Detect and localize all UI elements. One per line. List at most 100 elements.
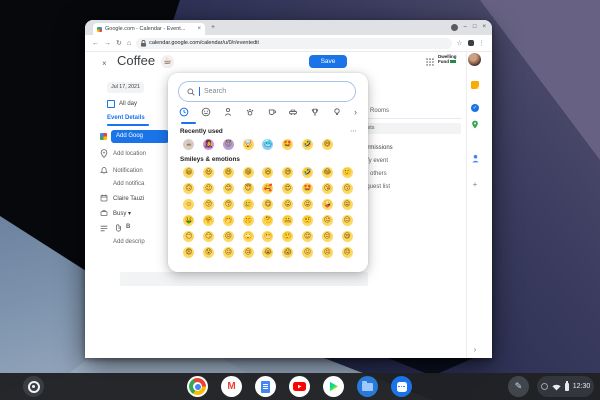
emoji-button[interactable]: 😣 <box>322 247 333 258</box>
paperclip-icon[interactable] <box>115 224 122 232</box>
maximize-button[interactable]: □ <box>473 24 477 31</box>
play-store-icon[interactable] <box>323 376 344 397</box>
emoji-button[interactable]: ☕ <box>183 139 194 150</box>
emoji-button[interactable]: 🥲 <box>243 199 254 210</box>
emoji-button[interactable]: 😗 <box>342 183 353 194</box>
chrome-icon[interactable] <box>187 376 208 397</box>
emoji-button[interactable]: 🤯 <box>243 139 254 150</box>
add-addon-icon[interactable]: + <box>470 180 480 189</box>
emoji-button[interactable]: 😬 <box>262 231 273 242</box>
emoji-button[interactable]: 🙄 <box>243 231 254 242</box>
address-bar[interactable]: calendar.google.com/calendar/u/0/r/event… <box>136 38 452 49</box>
emoji-button[interactable]: 😅 <box>282 167 293 178</box>
more-options-icon[interactable]: ⋯ <box>350 127 358 135</box>
emoji-button[interactable]: 🤩 <box>282 139 293 150</box>
emoji-button[interactable]: 😂 <box>322 167 333 178</box>
emoji-button[interactable]: 😁 <box>243 167 254 178</box>
emoji-button[interactable]: 👩‍🎤 <box>203 139 214 150</box>
food-category-icon[interactable] <box>267 107 277 117</box>
emoji-button[interactable]: 🤐 <box>282 215 293 226</box>
emoji-button[interactable]: 😌 <box>302 231 313 242</box>
files-icon[interactable] <box>357 376 378 397</box>
add-description[interactable]: Add descrip <box>113 239 145 245</box>
emoji-button[interactable]: 😔 <box>322 231 333 242</box>
emoji-button[interactable]: 🤣 <box>302 139 313 150</box>
save-button[interactable]: Save <box>309 55 347 68</box>
emoji-button[interactable]: 😐 <box>322 215 333 226</box>
animals-category-icon[interactable] <box>245 107 255 117</box>
activities-category-icon[interactable] <box>310 107 320 117</box>
emoji-button[interactable]: 🤪 <box>322 199 333 210</box>
emoji-button[interactable]: 😥 <box>223 247 234 258</box>
event-title[interactable]: Coffee <box>117 53 155 68</box>
emoji-button[interactable]: 🙃 <box>183 183 194 194</box>
emoji-button[interactable]: 😑 <box>342 215 353 226</box>
emoji-button[interactable]: 😅 <box>322 139 333 150</box>
account-avatar[interactable] <box>468 53 481 66</box>
emoji-button[interactable]: 🤣 <box>302 167 313 178</box>
all-day-checkbox[interactable] <box>107 100 115 108</box>
emoji-button[interactable]: 😈 <box>223 139 234 150</box>
emoji-search-input[interactable]: Search <box>178 81 356 102</box>
emoji-button[interactable]: 😀 <box>183 167 194 178</box>
gmail-icon[interactable]: M <box>221 376 242 397</box>
messages-icon[interactable] <box>391 376 412 397</box>
extension-icon[interactable] <box>468 40 474 46</box>
emoji-button[interactable]: 😍 <box>282 183 293 194</box>
emoji-button[interactable]: 😨 <box>183 247 194 258</box>
calendar-owner[interactable]: Claire Tauzi <box>113 196 144 202</box>
emoji-button[interactable]: 😊 <box>223 183 234 194</box>
emoji-button[interactable]: 😆 <box>262 167 273 178</box>
emoji-button[interactable]: 🤗 <box>203 215 214 226</box>
emoji-button[interactable]: 😄 <box>223 167 234 178</box>
objects-category-icon[interactable] <box>332 107 342 117</box>
reload-icon[interactable]: ↻ <box>116 39 122 47</box>
contacts-icon[interactable] <box>470 150 480 168</box>
keep-icon[interactable] <box>470 76 480 94</box>
emoji-button[interactable]: 😢 <box>243 247 254 258</box>
emoji-button[interactable]: 😪 <box>342 231 353 242</box>
emoji-button[interactable]: 😭 <box>262 247 273 258</box>
home-icon[interactable]: ⌂ <box>127 40 131 47</box>
emoji-button[interactable]: 😇 <box>243 183 254 194</box>
emoji-button[interactable]: 😉 <box>203 183 214 194</box>
recent-clock-icon[interactable] <box>179 107 189 117</box>
docs-icon[interactable] <box>255 376 276 397</box>
new-tab-button[interactable]: + <box>211 24 215 31</box>
bold-icon[interactable]: B <box>126 224 130 230</box>
emoji-button[interactable]: ☺ <box>183 199 194 210</box>
emoji-button[interactable]: 🤨 <box>302 215 313 226</box>
emoji-button[interactable]: 😛 <box>282 199 293 210</box>
emoji-button[interactable]: 😝 <box>342 199 353 210</box>
description-field[interactable] <box>120 272 368 286</box>
emoji-button[interactable]: 😶 <box>183 231 194 242</box>
emoji-button[interactable]: 😘 <box>322 183 333 194</box>
emoji-button[interactable]: 😙 <box>223 199 234 210</box>
emoji-button[interactable]: 🤫 <box>243 215 254 226</box>
emoji-button[interactable]: 😋 <box>262 199 273 210</box>
add-location[interactable]: Add location <box>113 151 146 157</box>
emoji-button[interactable]: 😱 <box>282 247 293 258</box>
emoji-button[interactable]: 😖 <box>302 247 313 258</box>
close-window-button[interactable]: × <box>482 24 486 31</box>
smileys-category-icon[interactable] <box>201 107 211 117</box>
busy-dropdown[interactable]: Busy ▾ <box>113 210 131 217</box>
browser-profile-icon[interactable] <box>451 24 458 31</box>
tab-rooms[interactable]: Rooms <box>370 108 389 114</box>
emoji-button[interactable]: 🥶 <box>262 139 273 150</box>
emoji-button[interactable]: 😏 <box>203 231 214 242</box>
add-meet-button[interactable]: Add Goog <box>111 130 169 143</box>
notification-label[interactable]: Notification <box>113 168 143 174</box>
tasks-icon[interactable]: ✓ <box>470 96 480 114</box>
next-categories-icon[interactable]: › <box>354 107 357 117</box>
stylus-tools-button[interactable]: ✎ <box>508 376 529 397</box>
emoji-button[interactable]: 🙂 <box>342 167 353 178</box>
emoji-button[interactable]: 😰 <box>203 247 214 258</box>
people-category-icon[interactable] <box>223 107 233 117</box>
browser-menu-icon[interactable]: ⋮ <box>479 39 486 47</box>
emoji-button[interactable]: 🥰 <box>262 183 273 194</box>
emoji-button[interactable]: 🤔 <box>262 215 273 226</box>
emoji-button[interactable]: 🤥 <box>282 231 293 242</box>
launcher-button[interactable] <box>23 376 44 397</box>
emoji-button[interactable]: 🤭 <box>223 215 234 226</box>
